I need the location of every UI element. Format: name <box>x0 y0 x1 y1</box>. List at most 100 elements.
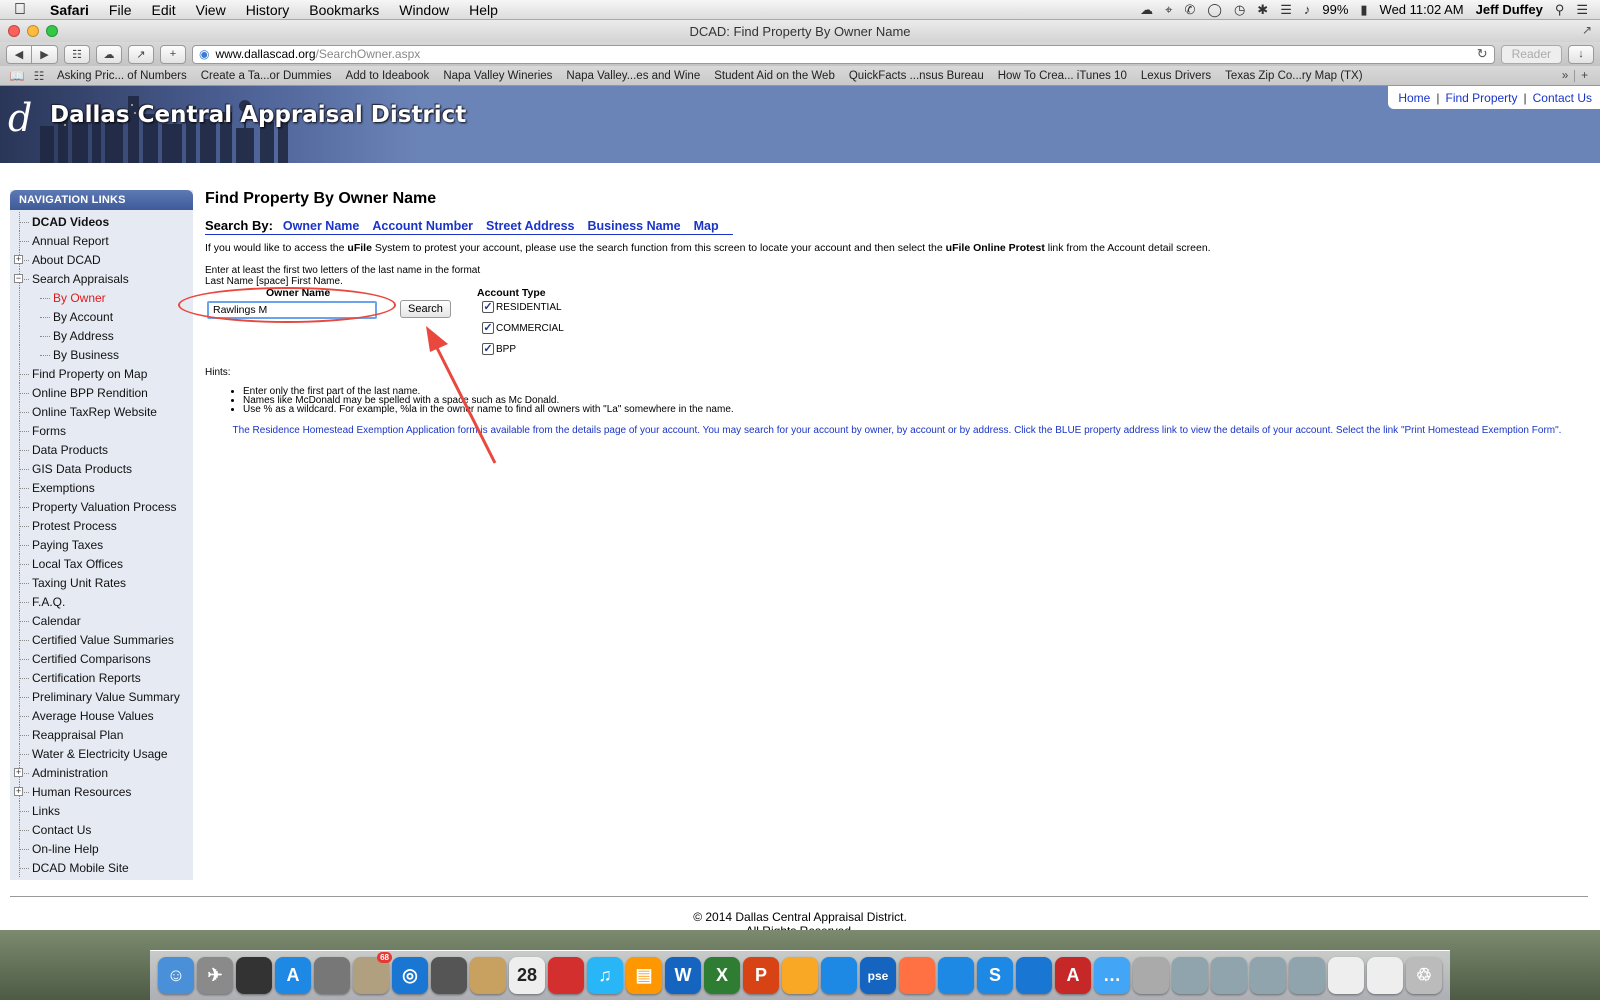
notification-center-icon[interactable]: ☰ <box>1576 2 1588 18</box>
sidebar-item[interactable]: Water & Electricity Usage <box>10 744 193 763</box>
home-link[interactable]: Home <box>1398 91 1430 105</box>
minimize-window-icon[interactable] <box>27 25 39 37</box>
sidebar-item[interactable]: F.A.Q. <box>10 592 193 611</box>
top-sites-icon[interactable]: ☷ <box>64 44 90 64</box>
iphoto-icon[interactable] <box>938 957 974 994</box>
reader-button[interactable]: Reader <box>1500 44 1562 64</box>
sidebar-item[interactable]: Property Valuation Process <box>10 497 193 516</box>
reload-icon[interactable]: ↻ <box>1477 46 1488 62</box>
powerpoint-icon[interactable]: P <box>743 957 779 994</box>
sidebar-item[interactable]: Contact Us <box>10 820 193 839</box>
sidebar-item[interactable]: Data Products <box>10 440 193 459</box>
downloads-icon[interactable]: ↓ <box>1568 44 1594 64</box>
wifi-icon[interactable]: ☰ <box>1280 2 1292 18</box>
new-tab-button[interactable]: + <box>160 44 186 64</box>
itunes-icon[interactable]: ♫ <box>587 957 623 994</box>
sidebar-item[interactable]: Calendar <box>10 611 193 630</box>
notes-icon[interactable] <box>1016 957 1052 994</box>
tab-account-number[interactable]: Account Number <box>372 219 473 233</box>
snagit-icon[interactable]: S <box>977 957 1013 994</box>
sidebar-item[interactable]: On-line Help <box>10 839 193 858</box>
sidebar-item[interactable]: Reappraisal Plan <box>10 725 193 744</box>
calendar-icon[interactable]: 28 <box>509 957 545 994</box>
bookmark-item[interactable]: Student Aid on the Web <box>707 70 842 82</box>
residential-checkbox[interactable]: ✓ <box>482 301 494 313</box>
folder-icon[interactable] <box>1250 957 1286 994</box>
bookmark-item[interactable]: Napa Valley...es and Wine <box>559 70 707 82</box>
zoom-window-icon[interactable] <box>46 25 58 37</box>
sidebar-item[interactable]: DCAD Videos <box>10 212 193 231</box>
sidebar-item[interactable]: Online BPP Rendition <box>10 383 193 402</box>
menu-edit[interactable]: Edit <box>141 2 185 18</box>
app-store-icon[interactable]: A <box>275 957 311 994</box>
keynote-icon[interactable] <box>821 957 857 994</box>
share-icon[interactable]: ↗ <box>128 44 154 64</box>
sidebar-item[interactable]: Certification Reports <box>10 668 193 687</box>
user-menu[interactable]: Jeff Duffey <box>1476 2 1543 17</box>
excel-icon[interactable]: X <box>704 957 740 994</box>
clock[interactable]: Wed 11:02 AM <box>1380 2 1464 17</box>
chat-icon[interactable]: ◯ <box>1207 2 1222 18</box>
sidebar-item[interactable]: Find Property on Map <box>10 364 193 383</box>
expand-icon[interactable]: + <box>14 787 23 796</box>
pages-icon[interactable] <box>782 957 818 994</box>
sidebar-item[interactable]: Local Tax Offices <box>10 554 193 573</box>
folder-icon[interactable] <box>1211 957 1247 994</box>
phone-icon[interactable]: ✆ <box>1184 2 1195 18</box>
sidebar-item[interactable]: By Owner <box>10 288 193 307</box>
menu-bookmarks[interactable]: Bookmarks <box>299 2 389 18</box>
preview-icon[interactable] <box>1133 957 1169 994</box>
ibooks-icon[interactable]: ▤ <box>626 957 662 994</box>
calendar-file-icon[interactable] <box>1367 957 1403 994</box>
document-icon[interactable] <box>1328 957 1364 994</box>
battery-percent[interactable]: 99% <box>1322 2 1348 17</box>
sidebar-item[interactable]: Certified Value Summaries <box>10 630 193 649</box>
launchpad-icon[interactable]: ✈ <box>197 957 233 994</box>
mail-icon[interactable]: 68 <box>353 952 392 994</box>
bpp-checkbox[interactable]: ✓ <box>482 343 494 355</box>
sidebar-item[interactable]: DCAD Mobile Site <box>10 858 193 877</box>
bookmark-item[interactable]: Texas Zip Co...ry Map (TX) <box>1218 70 1369 82</box>
sidebar-item[interactable]: Average House Values <box>10 706 193 725</box>
reading-list-icon[interactable]: 📖 <box>6 69 28 83</box>
wunderlist-icon[interactable] <box>548 957 584 994</box>
bookmark-item[interactable]: Napa Valley Wineries <box>436 70 559 82</box>
trash-icon[interactable]: ♲ <box>1406 957 1442 994</box>
battery-icon[interactable]: ▮ <box>1360 2 1367 18</box>
sidebar-item[interactable]: By Business <box>10 345 193 364</box>
volume-icon[interactable]: ♪ <box>1304 2 1311 17</box>
site-title[interactable]: Dallas Central Appraisal District <box>50 102 466 128</box>
menu-view[interactable]: View <box>186 2 236 18</box>
folder-icon[interactable] <box>1289 957 1325 994</box>
sidebar-item[interactable]: Certified Comparisons <box>10 649 193 668</box>
expand-icon[interactable]: + <box>14 768 23 777</box>
spotlight-search-icon[interactable]: ⚲ <box>1555 2 1565 18</box>
system-preferences-icon[interactable] <box>314 957 350 994</box>
sidebar-item[interactable]: + About DCAD <box>10 250 193 269</box>
fullscreen-icon[interactable]: ↗ <box>1582 23 1592 37</box>
photoshop-elements-icon[interactable]: pse <box>860 957 896 994</box>
bookmark-item[interactable]: Asking Pric... of Numbers <box>50 70 194 82</box>
search-button[interactable]: Search <box>400 300 451 318</box>
bookmark-item[interactable]: How To Crea... iTunes 10 <box>991 70 1134 82</box>
messages-icon[interactable]: … <box>1094 957 1130 994</box>
sidebar-item[interactable]: Exemptions <box>10 478 193 497</box>
add-tab-icon[interactable]: + <box>1574 69 1594 82</box>
menu-file[interactable]: File <box>99 2 142 18</box>
safari-icon[interactable]: ◎ <box>392 957 428 994</box>
close-window-icon[interactable] <box>8 25 20 37</box>
facetime-icon[interactable] <box>431 957 467 994</box>
back-button[interactable]: ◀ <box>6 44 32 64</box>
tab-map[interactable]: Map <box>694 219 719 233</box>
photo-icon[interactable] <box>899 957 935 994</box>
time-machine-icon[interactable]: ◷ <box>1234 2 1245 18</box>
finder-icon[interactable]: ☺ <box>158 957 194 994</box>
sidebar-item[interactable]: Taxing Unit Rates <box>10 573 193 592</box>
contact-us-link[interactable]: Contact Us <box>1533 91 1592 105</box>
dropbox-icon[interactable]: ☁ <box>1140 2 1153 18</box>
commercial-option[interactable]: ✓ COMMERCIAL <box>482 322 564 334</box>
sidebar-item[interactable]: GIS Data Products <box>10 459 193 478</box>
sidebar-item[interactable]: Links <box>10 801 193 820</box>
bpp-option[interactable]: ✓ BPP <box>482 343 516 355</box>
residential-option[interactable]: ✓ RESIDENTIAL <box>482 301 562 313</box>
